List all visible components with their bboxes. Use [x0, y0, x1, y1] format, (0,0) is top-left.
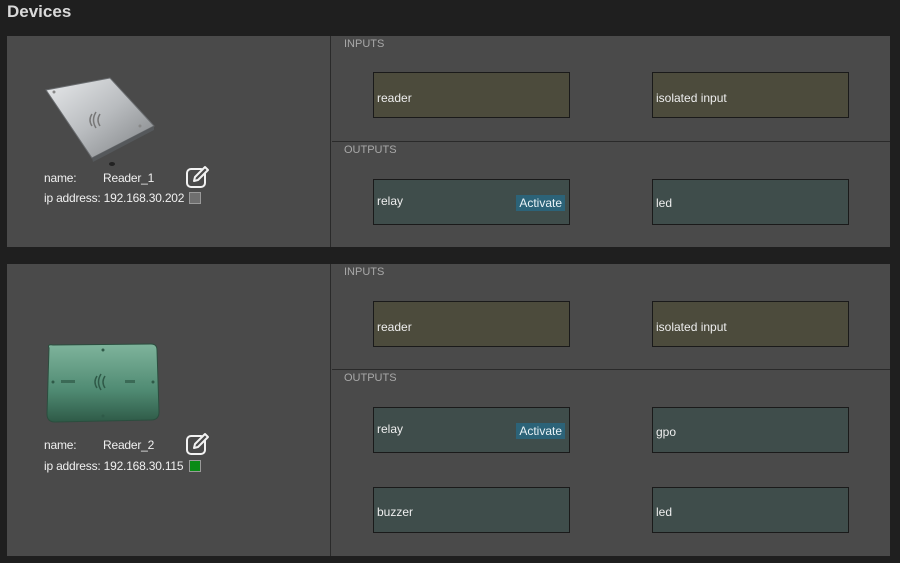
inputs-label: INPUTS: [344, 266, 385, 278]
tile-label: isolated input: [656, 320, 727, 334]
tile-label: relay: [377, 422, 404, 436]
inputs-section: INPUTS reader isolated input: [332, 36, 890, 141]
inputs-section: INPUTS reader isolated input: [332, 264, 890, 369]
edit-icon[interactable]: [185, 164, 211, 190]
device-name: Reader_2: [103, 438, 155, 452]
outputs-section: OUTPUTS relay Activate gpo buzzer led: [332, 370, 890, 556]
tile-label: buzzer: [377, 505, 414, 519]
device-card-reader-2: name: Reader_2 ip address: 192.168.30.11…: [7, 264, 890, 556]
tile-label: gpo: [656, 425, 677, 439]
tile-label: reader: [377, 320, 412, 334]
activate-relay-button[interactable]: Activate: [516, 195, 565, 211]
status-indicator: [188, 460, 201, 472]
reader-device-image: [46, 343, 160, 423]
input-tile-isolated-input: isolated input: [652, 72, 849, 118]
device-ip: 192.168.30.202: [103, 191, 185, 205]
ip-label: ip address:: [44, 459, 101, 473]
tile-label: isolated input: [656, 91, 727, 105]
device-ip-row: ip address: 192.168.30.115: [44, 459, 201, 473]
inputs-label: INPUTS: [344, 38, 385, 50]
edit-icon[interactable]: [185, 431, 211, 457]
status-indicator: [189, 192, 202, 204]
outputs-label: OUTPUTS: [344, 144, 397, 156]
tile-label: led: [656, 196, 673, 210]
device-ip-row: ip address: 192.168.30.202: [44, 191, 202, 205]
device-info-panel: name: Reader_1 ip address: 192.168.30.20…: [7, 36, 331, 247]
name-label: name:: [44, 171, 77, 185]
device-name-row: name: Reader_2: [44, 438, 154, 452]
activate-relay-button[interactable]: Activate: [516, 423, 565, 439]
output-tile-relay: relay Activate: [373, 407, 570, 453]
reader-device-image: [45, 77, 155, 166]
outputs-section: OUTPUTS relay Activate led: [332, 142, 890, 247]
output-tile-led: led: [652, 179, 849, 225]
device-name-row: name: Reader_1: [44, 171, 154, 185]
name-label: name:: [44, 438, 77, 452]
tile-label: led: [656, 505, 673, 519]
device-info-panel: name: Reader_2 ip address: 192.168.30.11…: [7, 264, 331, 556]
tile-label: reader: [377, 91, 412, 105]
output-tile-led: led: [652, 487, 849, 533]
device-card-reader-1: name: Reader_1 ip address: 192.168.30.20…: [7, 36, 890, 247]
input-tile-reader: reader: [373, 72, 570, 118]
output-tile-buzzer: buzzer: [373, 487, 570, 533]
device-ip: 192.168.30.115: [103, 459, 184, 473]
outputs-label: OUTPUTS: [344, 372, 397, 384]
input-tile-isolated-input: isolated input: [652, 301, 849, 347]
tile-label: relay: [377, 194, 404, 208]
output-tile-gpo: gpo: [652, 407, 849, 453]
device-name: Reader_1: [103, 171, 155, 185]
ip-label: ip address:: [44, 191, 101, 205]
output-tile-relay: relay Activate: [373, 179, 570, 225]
page-title: Devices: [7, 2, 72, 21]
input-tile-reader: reader: [373, 301, 570, 347]
